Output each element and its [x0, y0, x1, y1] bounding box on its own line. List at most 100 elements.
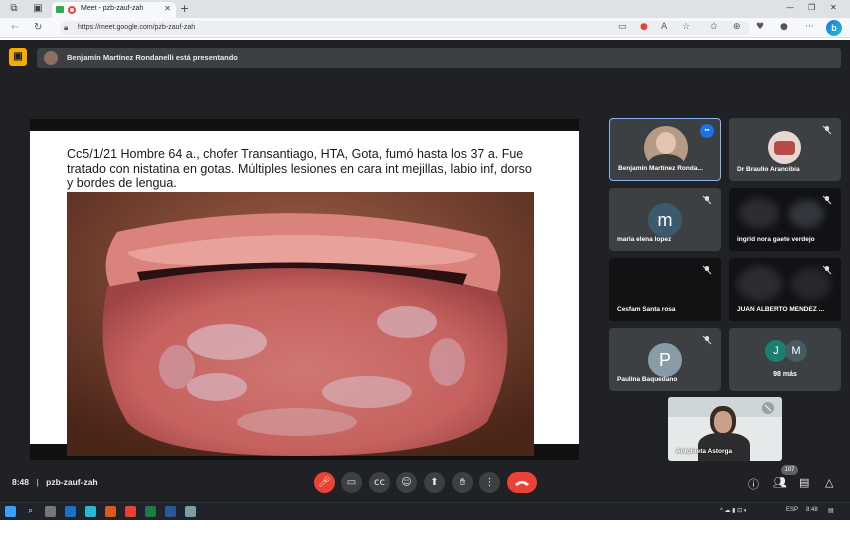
participant-name: Cesfam Santa rosa — [617, 306, 676, 313]
meet-favicon-icon — [56, 6, 64, 13]
chrome-icon[interactable] — [125, 506, 136, 517]
search-icon[interactable]: ⌕ — [25, 506, 36, 517]
recording-icon — [68, 6, 76, 14]
participant-initial: J — [765, 340, 787, 362]
presenter-banner: Benjamín Martínez Rondanelli está presen… — [37, 48, 841, 68]
favorites-icon[interactable]: ✩ — [710, 22, 718, 32]
mic-off-icon — [702, 265, 712, 275]
mic-off-icon — [702, 335, 712, 345]
chat-button[interactable]: ▤ — [799, 476, 809, 489]
camera-permission-icon[interactable]: ▭ — [618, 22, 627, 32]
presenter-avatar — [44, 51, 58, 65]
app-icon[interactable] — [185, 506, 196, 517]
self-view-name: Antonieta Astorga — [676, 448, 733, 455]
participant-tile[interactable]: m maria elena lopez — [609, 188, 721, 251]
participant-name: Paulina Baquedano — [617, 376, 678, 383]
participant-tile[interactable]: Dr Braulio Arancibia — [729, 118, 841, 181]
tongue-illustration — [67, 192, 534, 456]
video-blur — [737, 266, 782, 301]
participant-name: Benjamín Martínez Ronda... — [618, 165, 703, 172]
windows-start-icon[interactable] — [5, 506, 16, 517]
self-view-tile[interactable]: Antonieta Astorga — [668, 397, 782, 461]
read-aloud-icon[interactable]: A — [661, 22, 667, 32]
slide-page: Cc5/1/21 Hombre 64 a., chofer Transantia… — [30, 131, 579, 456]
more-options-icon[interactable]: ··· — [805, 22, 814, 32]
mic-toggle-button[interactable]: 🎤︎ — [314, 472, 335, 493]
participant-name: Dr Braulio Arancibia — [737, 166, 800, 173]
emoji-reactions-button[interactable]: ☺ — [396, 472, 417, 493]
meeting-details-button[interactable]: ⓘ — [748, 476, 759, 492]
address-bar-row: ← ↻ 🔒︎ https://meet.google.com/pzb-zauf-… — [0, 18, 850, 38]
participant-initial: P — [648, 343, 682, 377]
more-participants-tile[interactable]: J M 98 más — [729, 328, 841, 391]
video-blur — [739, 198, 779, 228]
refresh-icon[interactable]: ↻ — [34, 22, 42, 33]
meet-window: ▣ Benjamín Martínez Rondanelli está pres… — [0, 40, 850, 520]
firefox-icon[interactable] — [105, 506, 116, 517]
meeting-code: pzb-zauf-zah — [46, 477, 98, 487]
collections-icon[interactable]: ⊕ — [733, 22, 741, 32]
tab-actions-icon[interactable]: ▣ — [32, 3, 44, 15]
clinical-tongue-photo — [67, 192, 534, 456]
close-tab-icon[interactable]: ✕ — [164, 4, 171, 13]
mic-off-icon — [822, 265, 832, 275]
minimize-icon[interactable]: — — [786, 3, 794, 12]
task-view-icon[interactable] — [45, 506, 56, 517]
browser-tab-meet[interactable]: Meet - pzb-zauf-zah ✕ — [52, 2, 176, 18]
favorite-star-icon[interactable]: ☆ — [682, 22, 690, 32]
mic-off-icon — [702, 195, 712, 205]
more-options-button[interactable]: ⋮ — [479, 472, 500, 493]
outlook-icon[interactable] — [65, 506, 76, 517]
separator: | — [36, 477, 39, 487]
presenting-bar: ▣ Benjamín Martínez Rondanelli está pres… — [0, 46, 850, 68]
participant-tile[interactable]: P Paulina Baquedano — [609, 328, 721, 391]
mic-off-icon — [762, 402, 774, 414]
tray-icons[interactable]: ^ ☁ ▮ ⊡ 🔈︎ — [720, 507, 747, 515]
bing-icon[interactable]: b — [826, 20, 842, 36]
participant-tile-presenter[interactable]: ▪▪ Benjamín Martínez Ronda... — [609, 118, 721, 181]
present-screen-icon[interactable]: ▣ — [9, 48, 27, 66]
participant-name: maria elena lopez — [617, 236, 672, 243]
participant-name: ingrid nora gaete verdejo — [737, 236, 815, 243]
new-tab-icon[interactable]: + — [180, 2, 189, 15]
workspaces-icon[interactable]: ⧉ — [8, 3, 20, 15]
participant-tile[interactable]: ingrid nora gaete verdejo — [729, 188, 841, 251]
meeting-time: 8:48 — [12, 477, 30, 487]
restore-icon[interactable]: ❐ — [808, 3, 815, 12]
more-count-label: 98 más — [773, 371, 797, 378]
participant-initial: M — [785, 340, 807, 362]
self-view-body — [698, 433, 750, 461]
word-icon[interactable] — [165, 506, 176, 517]
slide-text: Cc5/1/21 Hombre 64 a., chofer Transantia… — [67, 147, 532, 190]
speaking-indicator-icon: ▪▪ — [700, 124, 714, 138]
captions-button[interactable]: cc — [369, 472, 390, 493]
participant-avatar — [768, 131, 801, 164]
language-indicator[interactable]: ESP — [786, 507, 798, 513]
profile-icon[interactable]: ● — [780, 22, 788, 32]
close-window-icon[interactable]: ✕ — [830, 3, 837, 12]
participant-tile[interactable]: Cesfam Santa rosa — [609, 258, 721, 321]
tab-title: Meet - pzb-zauf-zah — [81, 5, 144, 12]
excel-icon[interactable] — [145, 506, 156, 517]
site-permission-icon[interactable]: ● — [640, 22, 648, 32]
meeting-info: 8:48 | pzb-zauf-zah — [12, 477, 98, 487]
present-now-button[interactable]: ⬆ — [424, 472, 445, 493]
leave-call-button[interactable] — [507, 472, 537, 493]
edge-icon[interactable] — [85, 506, 96, 517]
camera-toggle-button[interactable]: ▭ — [341, 472, 362, 493]
phone-hangup-icon — [515, 481, 529, 486]
presenter-label: Benjamín Martínez Rondanelli está presen… — [67, 53, 238, 62]
notifications-icon[interactable]: ▤ — [828, 507, 834, 514]
people-button[interactable]: 👥︎ — [773, 476, 787, 489]
lock-icon: 🔒︎ — [64, 23, 69, 32]
windows-taskbar: ⌕ ^ ☁ ▮ ⊡ 🔈︎ ESP 8:48 ▤ — [0, 502, 850, 520]
mic-off-icon — [822, 125, 832, 135]
participant-tile[interactable]: JUAN ALBERTO MENDEZ ... — [729, 258, 841, 321]
url-text: https://meet.google.com/pzb-zauf-zah — [78, 24, 196, 31]
raise-hand-button[interactable]: ✋︎ — [452, 472, 473, 493]
back-icon[interactable]: ← — [11, 22, 19, 33]
participant-initial: m — [648, 203, 682, 237]
extensions-icon[interactable]: ♥ — [756, 22, 764, 32]
activities-button[interactable]: △ — [825, 476, 833, 489]
taskbar-clock[interactable]: 8:48 — [806, 507, 818, 513]
